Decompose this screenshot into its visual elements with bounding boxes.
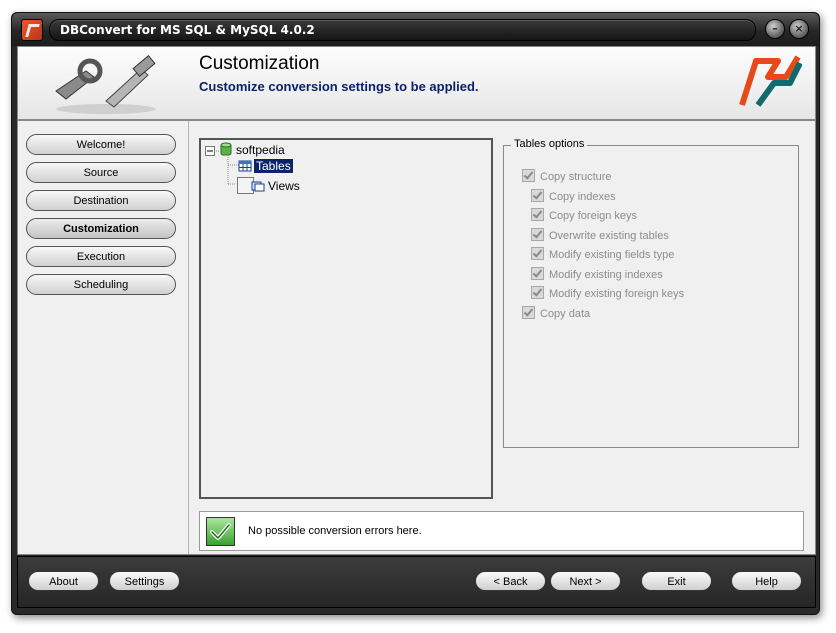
option-copy-data[interactable]: Copy data [522, 306, 590, 320]
status-message: No possible conversion errors here. [248, 525, 422, 537]
tree-root-row[interactable]: softpedia [220, 142, 285, 157]
nav-customization-button[interactable]: Customization [26, 218, 176, 239]
window-title: DBConvert for MS SQL & MySQL 4.0.2 [60, 23, 315, 37]
option-label: Copy indexes [549, 191, 616, 203]
about-button[interactable]: About [28, 571, 99, 591]
brand-logo-icon [739, 55, 802, 107]
app-window: DBConvert for MS SQL & MySQL 4.0.2 – × C… [11, 12, 820, 615]
page-title: Customization [199, 53, 320, 74]
tree-root-label: softpedia [236, 143, 285, 157]
option-label: Copy foreign keys [549, 210, 638, 222]
app-icon[interactable] [21, 19, 43, 41]
tools-logo-icon [55, 55, 156, 114]
option-copy-indexes[interactable]: Copy indexes [531, 189, 616, 203]
nav-scheduling-button[interactable]: Scheduling [26, 274, 176, 295]
exit-button[interactable]: Exit [641, 571, 712, 591]
back-button[interactable]: < Back [475, 571, 546, 591]
checkbox-icon[interactable] [531, 267, 544, 280]
option-overwrite-tables[interactable]: Overwrite existing tables [531, 228, 669, 242]
option-label: Copy structure [540, 171, 612, 183]
option-modify-indexes[interactable]: Modify existing indexes [531, 267, 663, 281]
checkbox-icon[interactable] [531, 286, 544, 299]
object-tree[interactable]: softpedia Tables Views [199, 138, 493, 499]
next-button[interactable]: Next > [550, 571, 621, 591]
option-label: Modify existing foreign keys [549, 288, 685, 300]
check-icon [206, 517, 235, 546]
tree-item-views-label: Views [268, 179, 300, 193]
wizard-header: Customization Customize conversion setti… [17, 46, 816, 120]
option-label: Overwrite existing tables [549, 230, 669, 242]
database-icon [220, 142, 232, 156]
view-icon [251, 181, 265, 192]
checkbox-icon[interactable] [531, 208, 544, 221]
nav-source-button[interactable]: Source [26, 162, 176, 183]
tree-item-tables[interactable]: Tables [238, 158, 294, 174]
minimize-button[interactable]: – [765, 19, 785, 39]
tree-item-tables-label: Tables [253, 158, 294, 174]
tables-options-group: Tables options Copy structure Copy index… [503, 138, 799, 448]
settings-button[interactable]: Settings [109, 571, 180, 591]
option-modify-foreign-keys[interactable]: Modify existing foreign keys [531, 286, 684, 300]
option-modify-fields-type[interactable]: Modify existing fields type [531, 247, 674, 261]
nav-execution-button[interactable]: Execution [26, 246, 176, 267]
nav-welcome-button[interactable]: Welcome! [26, 134, 176, 155]
option-copy-foreign-keys[interactable]: Copy foreign keys [531, 208, 637, 222]
title-bar[interactable]: DBConvert for MS SQL & MySQL 4.0.2 – × [12, 13, 819, 46]
wizard-footer: About Settings < Back Next > Exit Help [17, 556, 816, 608]
tables-options-legend: Tables options [511, 138, 588, 150]
option-label: Modify existing indexes [549, 269, 663, 281]
close-button[interactable]: × [789, 19, 809, 39]
wizard-nav: Welcome! Source Destination Customizatio… [18, 121, 189, 554]
checkbox-icon[interactable] [522, 306, 535, 319]
help-button[interactable]: Help [731, 571, 802, 591]
checkbox-icon[interactable] [522, 169, 535, 182]
option-copy-structure[interactable]: Copy structure [522, 169, 612, 183]
nav-destination-button[interactable]: Destination [26, 190, 176, 211]
checkbox-icon[interactable] [531, 189, 544, 202]
table-icon [238, 160, 252, 172]
checkbox-icon[interactable] [531, 247, 544, 260]
title-pill: DBConvert for MS SQL & MySQL 4.0.2 [49, 19, 756, 41]
option-label: Modify existing fields type [549, 249, 675, 261]
tree-item-views[interactable]: Views [237, 177, 300, 194]
checkbox-icon[interactable] [531, 228, 544, 241]
option-label: Copy data [540, 308, 591, 320]
page-subtitle: Customize conversion settings to be appl… [199, 79, 479, 94]
status-panel: No possible conversion errors here. [199, 511, 804, 551]
wizard-body: Welcome! Source Destination Customizatio… [17, 120, 816, 555]
